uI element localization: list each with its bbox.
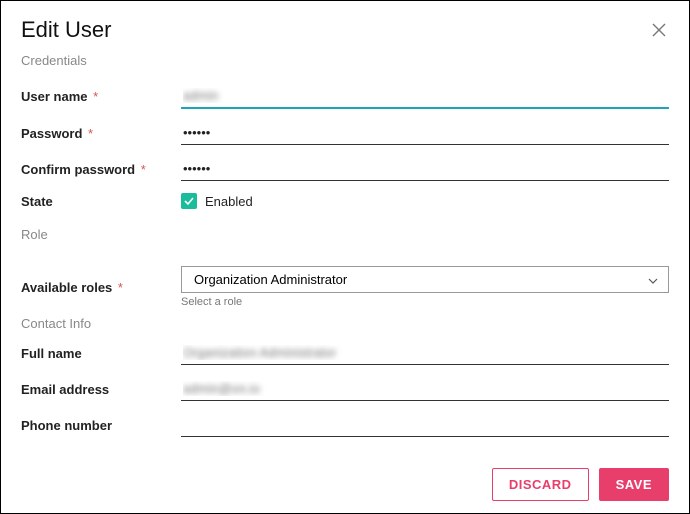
password-input[interactable]	[181, 121, 669, 145]
required-marker: *	[88, 126, 93, 141]
label-fullname: Full name	[21, 346, 181, 361]
row-password: Password *	[21, 121, 669, 145]
label-state: State	[21, 194, 181, 209]
close-icon[interactable]	[649, 20, 669, 40]
fullname-input[interactable]	[181, 341, 669, 365]
dialog-footer: DISCARD SAVE	[21, 452, 669, 501]
row-email: Email address	[21, 377, 669, 401]
selected-role: Organization Administrator	[194, 272, 347, 287]
row-fullname: Full name	[21, 341, 669, 365]
section-credentials: Credentials	[21, 53, 669, 68]
row-available-roles: Available roles * Organization Administr…	[21, 266, 669, 308]
label-password: Password *	[21, 126, 181, 141]
row-username: User name *	[21, 84, 669, 109]
discard-button[interactable]: DISCARD	[492, 468, 589, 501]
confirm-password-input[interactable]	[181, 157, 669, 181]
chevron-down-icon	[648, 273, 658, 287]
label-email: Email address	[21, 382, 181, 397]
label-available-roles: Available roles *	[21, 280, 181, 295]
row-confirm-password: Confirm password *	[21, 157, 669, 181]
label-phone: Phone number	[21, 418, 181, 433]
dialog-title: Edit User	[21, 17, 111, 43]
phone-input[interactable]	[181, 413, 669, 437]
username-input[interactable]	[181, 84, 669, 109]
required-marker: *	[93, 89, 98, 104]
section-contact: Contact Info	[21, 316, 669, 331]
available-roles-select[interactable]: Organization Administrator	[181, 266, 669, 293]
required-marker: *	[118, 280, 123, 295]
email-input[interactable]	[181, 377, 669, 401]
save-button[interactable]: SAVE	[599, 468, 669, 501]
dialog-header: Edit User	[21, 17, 669, 43]
enabled-checkbox[interactable]	[181, 193, 197, 209]
label-username: User name *	[21, 89, 181, 104]
row-phone: Phone number	[21, 413, 669, 437]
required-marker: *	[141, 162, 146, 177]
label-confirm-password: Confirm password *	[21, 162, 181, 177]
enabled-checkbox-label: Enabled	[205, 194, 253, 209]
roles-helper-text: Select a role	[181, 296, 669, 308]
row-state: State Enabled	[21, 193, 669, 209]
edit-user-dialog: Edit User Credentials User name * Passwo…	[1, 1, 689, 513]
section-role: Role	[21, 227, 669, 242]
